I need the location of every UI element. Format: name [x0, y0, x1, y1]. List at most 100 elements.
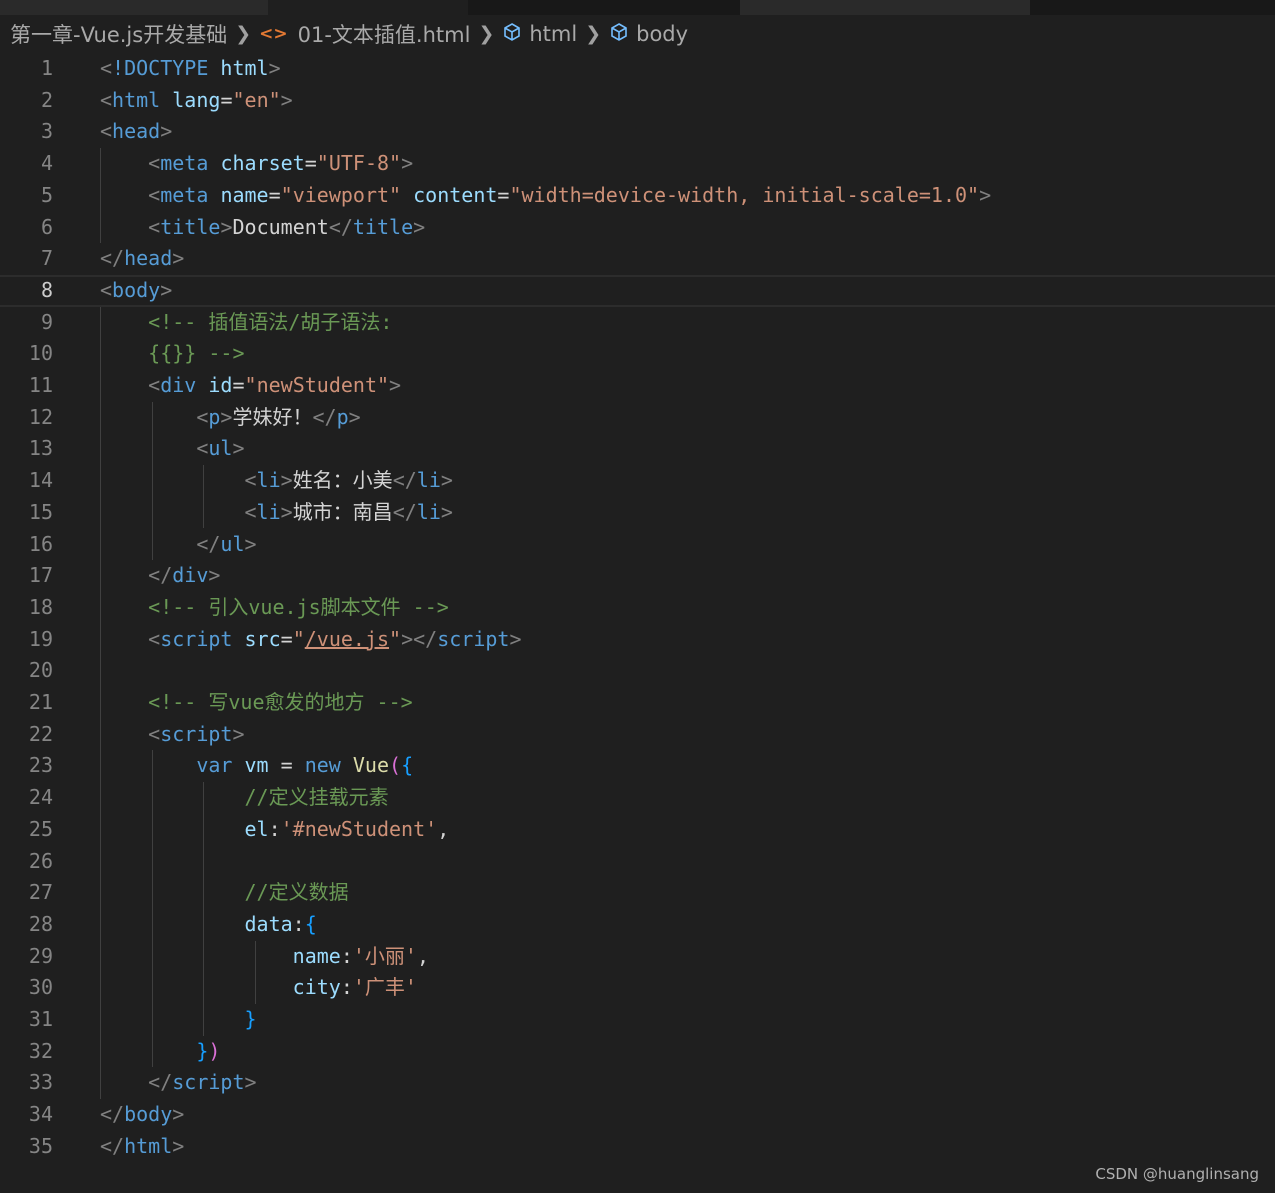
code-line[interactable]: 28 data:{	[0, 909, 1275, 941]
code-line[interactable]: 34 </body>	[0, 1099, 1275, 1131]
code-token: <	[100, 87, 113, 112]
code-line[interactable]: 15 <li>城市：南昌</li>	[0, 497, 1275, 529]
code-token: </	[196, 531, 221, 556]
code-line[interactable]: 21 <!-- 写vue愈发的地方 -->	[0, 687, 1275, 719]
code-line[interactable]: 4 <meta charset="UTF-8">	[0, 148, 1275, 180]
code-line[interactable]: 12 <p>学妹好！</p>	[0, 402, 1275, 434]
code-line[interactable]: 7 </head>	[0, 243, 1275, 275]
code-line[interactable]: 2 <html lang="en">	[0, 85, 1275, 117]
code-line[interactable]: 29 name:'小丽',	[0, 941, 1275, 973]
code-token: </	[392, 499, 417, 524]
breadcrumb-file[interactable]: 01-文本插值.html	[298, 19, 471, 49]
code-token: =	[497, 182, 510, 207]
code-editor[interactable]: 1 <!DOCTYPE html> 2 <html lang="en"> 3 <head>…	[0, 53, 1275, 1163]
code-token: >	[979, 182, 992, 207]
code-line[interactable]: 32 })	[0, 1036, 1275, 1068]
code-line[interactable]: 14 <li>姓名：小美</li>	[0, 465, 1275, 497]
breadcrumb-node-html[interactable]: html	[529, 22, 577, 46]
code-text: //定义挂载元素	[100, 782, 389, 814]
code-line[interactable]: 1 <!DOCTYPE html>	[0, 53, 1275, 85]
code-token: 城市：南昌	[292, 499, 393, 524]
code-line[interactable]: 8 <body>	[0, 274, 1275, 307]
code-token: //定义数据	[244, 880, 349, 905]
code-token: </	[312, 404, 337, 429]
code-line[interactable]: 17 </div>	[0, 560, 1275, 592]
code-line[interactable]: 24 //定义挂载元素	[0, 782, 1275, 814]
code-token: >	[280, 87, 293, 112]
code-token: <	[100, 56, 113, 80]
code-text: <html lang="en">	[100, 85, 293, 117]
code-text: </body>	[100, 1099, 184, 1131]
code-text: <script src="/vue.js"></script>	[100, 624, 521, 656]
code-line[interactable]: 6 <title>Document</title>	[0, 212, 1275, 244]
code-line[interactable]: 9 <!-- 插值语法/胡子语法:	[0, 307, 1275, 339]
code-text: </head>	[100, 243, 184, 275]
code-token: el	[244, 816, 269, 841]
code-token: '小丽'	[352, 943, 417, 968]
line-number: 15	[28, 499, 53, 524]
editor-tab[interactable]	[740, 0, 1030, 15]
code-line[interactable]: 11 <div id="newStudent">	[0, 370, 1275, 402]
code-line[interactable]: 13 <ul>	[0, 433, 1275, 465]
editor-tab[interactable]	[0, 0, 268, 15]
line-number: 16	[28, 531, 53, 556]
code-line[interactable]: 27 //定义数据	[0, 877, 1275, 909]
code-token: "	[389, 626, 402, 651]
code-token: <!-- 引入vue.js脚本文件 -->	[148, 594, 449, 619]
code-token: html	[112, 87, 161, 112]
watermark: CSDN @huanglinsang	[1095, 1165, 1259, 1183]
line-number: 4	[40, 151, 53, 176]
code-line[interactable]: 20	[0, 655, 1275, 687]
code-line[interactable]: 16 </ul>	[0, 529, 1275, 561]
code-token: >	[401, 151, 414, 176]
code-text: <div id="newStudent">	[100, 370, 401, 402]
code-token: body	[112, 277, 161, 302]
code-line[interactable]: 5 <meta name="viewport" content="width=d…	[0, 180, 1275, 212]
code-token: >	[413, 214, 426, 239]
code-token: charset	[220, 151, 305, 176]
code-line[interactable]: 25 el:'#newStudent',	[0, 814, 1275, 846]
code-line[interactable]: 30 city:'广丰'	[0, 972, 1275, 1004]
code-text: <head>	[100, 116, 172, 148]
code-text: <meta charset="UTF-8">	[100, 148, 413, 180]
breadcrumb-node-body[interactable]: body	[636, 22, 688, 46]
code-token: <	[148, 214, 161, 239]
code-text: <li>城市：南昌</li>	[100, 497, 453, 529]
code-token: =	[268, 182, 281, 207]
code-token: {	[304, 911, 317, 936]
code-token: </	[100, 246, 125, 271]
code-line[interactable]: 3 <head>	[0, 116, 1275, 148]
code-line[interactable]: 19 <script src="/vue.js"></script>	[0, 624, 1275, 656]
code-line[interactable]: 26	[0, 846, 1275, 878]
code-token: '#newStudent'	[280, 816, 438, 841]
breadcrumb-folder[interactable]: 第一章-Vue.js开发基础	[10, 19, 227, 49]
code-text: <p>学妹好！</p>	[100, 402, 360, 434]
indent-guide	[203, 782, 204, 1036]
code-line[interactable]: 10 {{}} -->	[0, 338, 1275, 370]
editor-tab-active[interactable]	[268, 0, 468, 15]
line-number: 30	[28, 975, 53, 1000]
code-line[interactable]: 33 </script>	[0, 1067, 1275, 1099]
code-line[interactable]: 18 <!-- 引入vue.js脚本文件 -->	[0, 592, 1275, 624]
code-line[interactable]: 22 <script>	[0, 719, 1275, 751]
line-number: 22	[28, 721, 53, 746]
line-number: 5	[40, 182, 53, 207]
code-token: "UTF-8"	[316, 151, 402, 176]
code-token: >	[280, 499, 293, 524]
code-line[interactable]: 35 </html>	[0, 1131, 1275, 1163]
code-line[interactable]: 23 var vm = new Vue({	[0, 750, 1275, 782]
code-token: <	[100, 119, 113, 144]
code-token: <	[196, 436, 209, 461]
code-token: //定义挂载元素	[244, 785, 389, 810]
code-line[interactable]: 31 }	[0, 1004, 1275, 1036]
